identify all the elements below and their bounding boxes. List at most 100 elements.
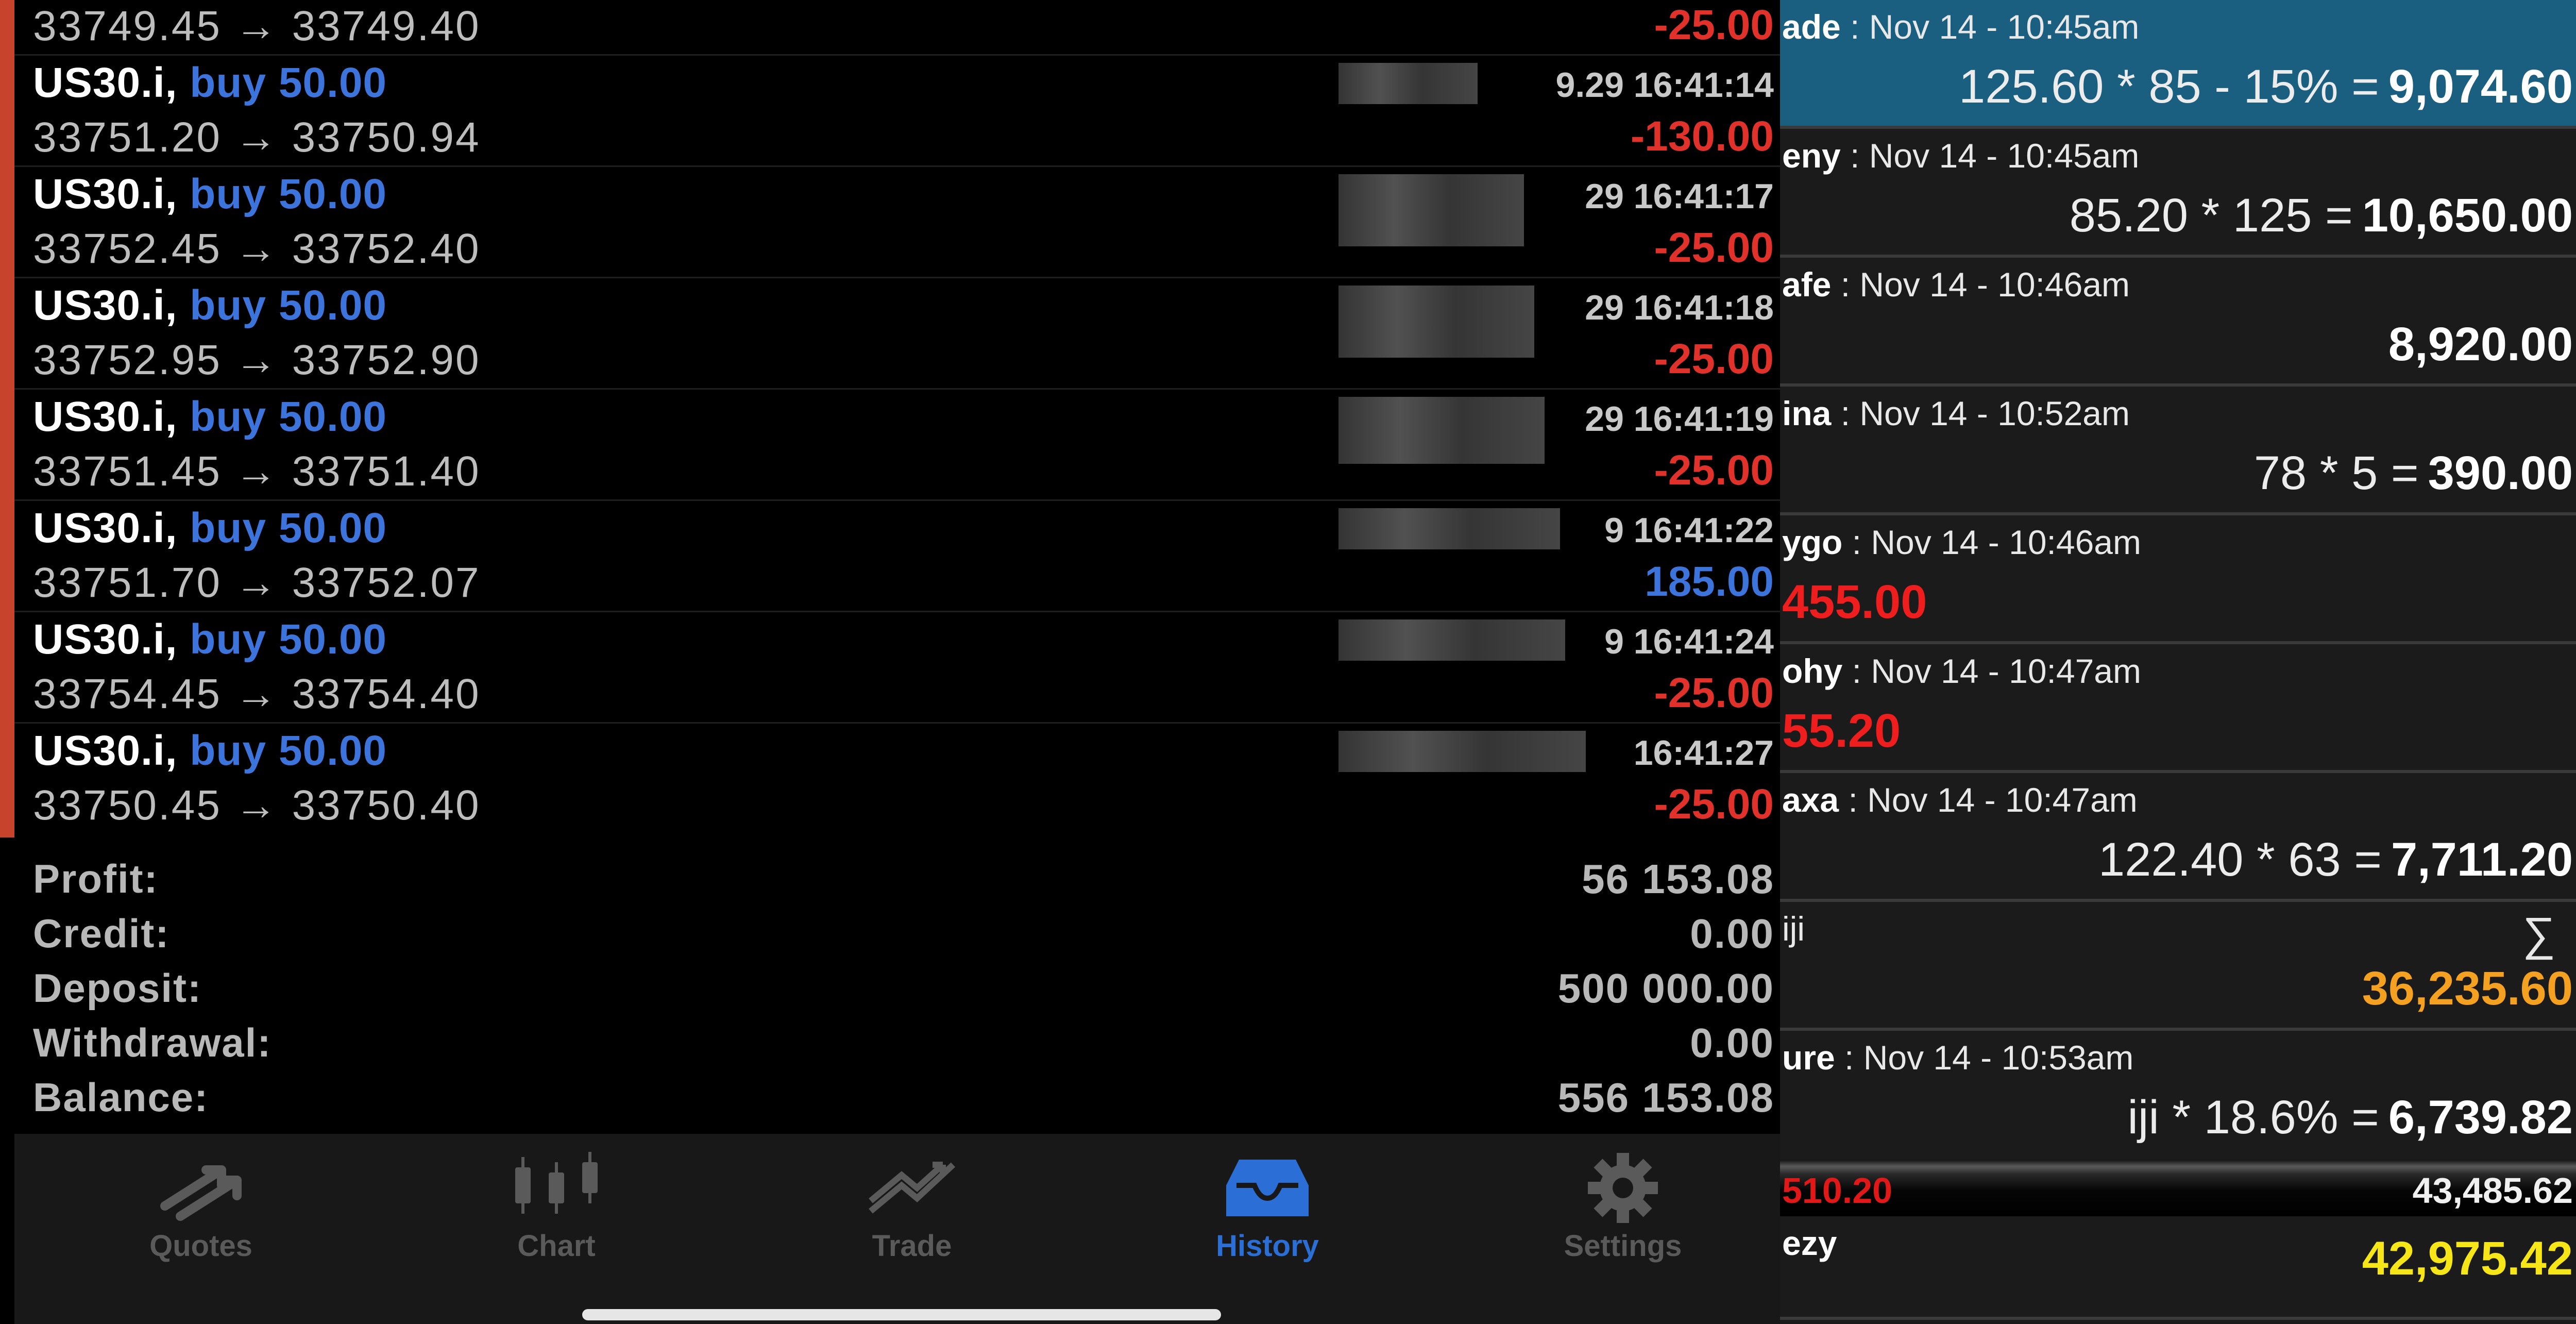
trade-side: buy 50.00 [190,282,387,329]
trade-time: 9 16:41:24 [1604,622,1774,661]
trade-row[interactable]: US30.i, buy 50.00 9.29 16:41:14 33751.20… [14,56,1780,167]
symbol-text: US30.i, [33,616,178,663]
trade-side: buy 50.00 [190,616,387,663]
trade-row[interactable]: 33749.45 → 33749.40 -25.00 [14,0,1780,56]
redacted-date [1338,731,1586,772]
trade-prices: 33750.45 → 33750.40 [33,782,481,829]
entry-name: eny [1782,137,1841,175]
summary-deposit: Deposit: 500 000.00 [33,965,1774,1019]
entry-header: ure : Nov 14 - 10:53am [1782,1038,2133,1077]
tape-entry[interactable]: ina : Nov 14 - 10:52am 78 * 5 = 390.00 [1780,387,2576,515]
entry-header: ohy : Nov 14 - 10:47am [1782,651,2141,691]
redacted-date [1338,508,1560,549]
redacted-date [1338,63,1478,104]
tape-entry[interactable]: ade : Nov 14 - 10:45am 125.60 * 85 - 15%… [1780,0,2576,129]
trade-time: 29 16:41:18 [1585,288,1774,327]
trade-profit-loss: -130.00 [1630,113,1774,160]
entry-divider [1780,1317,2576,1320]
entry-value: 455.00 [1782,576,1927,628]
entry-name: ohy [1782,652,1843,690]
trade-row[interactable]: US30.i, buy 50.00 29 16:41:19 33751.45 →… [14,390,1780,501]
trade-prices: 33751.45 → 33751.40 [33,448,481,495]
entry-calculation: iji * 18.6% = 6,739.82 [2127,1091,2573,1145]
trade-side: buy 50.00 [190,171,387,217]
history-accent-bar [0,0,14,837]
entry-header: iji [1782,909,1805,948]
trade-symbol: US30.i, buy 50.00 [33,727,387,775]
symbol-text: US30.i, [33,59,178,106]
summary-profit: Profit: 56 153.08 [33,856,1774,910]
entry-calculation: 85.20 * 125 = 10,650.00 [2070,189,2573,243]
entry-header: ina : Nov 14 - 10:52am [1782,394,2130,433]
entry-expression: 85.20 * 125 = [2069,189,2353,242]
trade-profit-loss: -25.00 [1654,447,1774,494]
tape-entry[interactable]: eny : Nov 14 - 10:45am 85.20 * 125 = 10,6… [1780,129,2576,258]
summary-label: Profit: [33,856,159,901]
home-indicator[interactable] [582,1309,1221,1320]
tape-entry[interactable]: ure : Nov 14 - 10:53am iji * 18.6% = 6,73… [1780,1031,2576,1160]
tape-final-entry[interactable]: ezy 42,975.42 [1780,1216,2576,1324]
trade-profit-loss: -25.00 [1654,224,1774,271]
summary-withdrawal: Withdrawal: 0.00 [33,1019,1774,1074]
summary-value: 0.00 [1690,1020,1774,1066]
entry-value: 55.20 [1782,705,1901,757]
trade-symbol: US30.i, buy 50.00 [33,281,387,330]
entry-timestamp: : Nov 14 - 10:45am [1840,137,2140,175]
entry-expression: iji * 18.6% = [2127,1091,2379,1144]
redacted-date [1338,397,1545,464]
tape-entry[interactable]: afe : Nov 14 - 10:46am 8,920.00 [1780,258,2576,387]
entry-name: ure [1782,1038,1835,1077]
entry-timestamp: : Nov 14 - 10:47am [1839,781,2138,819]
trade-row[interactable]: US30.i, buy 50.00 16:41:27 33750.45 → 33… [14,724,1780,835]
trade-time: 16:41:27 [1633,733,1774,773]
entry-expression: 122.40 * 63 = [2098,833,2382,886]
entry-timestamp: : Nov 14 - 10:46am [1831,265,2130,304]
tape-entry[interactable]: ygo : Nov 14 - 10:46am 455.00 [1780,515,2576,644]
trade-prices: 33751.20 → 33750.94 [33,114,481,161]
entry-name: afe [1782,265,1832,304]
trade-row[interactable]: US30.i, buy 50.00 9 16:41:22 33751.70 → … [14,501,1780,612]
trade-profit-loss: -25.00 [1654,336,1774,382]
summary-value: 56 153.08 [1582,856,1774,902]
trade-symbol: US30.i, buy 50.00 [33,170,387,219]
trade-prices: 33752.95 → 33752.90 [33,337,481,383]
entry-timestamp: : Nov 14 - 10:45am [1840,8,2140,46]
tab-label: Trade [872,1229,952,1263]
trade-row[interactable]: US30.i, buy 50.00 9 16:41:24 33754.45 → … [14,612,1780,724]
tape-entry[interactable]: ohy : Nov 14 - 10:47am 55.20 [1780,644,2576,773]
entry-calculation: 125.60 * 85 - 15% = 9,074.60 [1959,60,2573,114]
trade-history-panel: 33749.45 → 33749.40 -25.00 US30.i, buy 5… [0,0,1780,1324]
bottom-tab-bar: Quotes Chart Trade History Settings [14,1134,1780,1324]
redacted-date [1338,286,1534,358]
symbol-text: US30.i, [33,505,178,551]
tab-settings[interactable]: Settings [1448,1149,1798,1273]
entry-header: eny : Nov 14 - 10:45am [1782,136,2139,175]
entry-expression: 78 * 5 = [2253,447,2419,499]
summary-value: 556 153.08 [1557,1075,1774,1120]
summary-label: Deposit: [33,965,202,1011]
redacted-date [1338,174,1524,246]
calculator-tape-panel: ade : Nov 14 - 10:45am 125.60 * 85 - 15%… [1780,0,2576,1324]
tab-quotes[interactable]: Quotes [26,1149,376,1273]
band-left-value: 510.20 [1782,1170,1893,1211]
tab-trade[interactable]: Trade [737,1149,1087,1273]
symbol-text: US30.i, [33,393,178,440]
trade-side: buy 50.00 [190,505,387,551]
entry-name: axa [1782,781,1839,819]
tape-sum-entry[interactable]: iji ∑ 36,235.60 [1780,902,2576,1031]
quotes-icon [160,1165,242,1221]
trade-side: buy 50.00 [190,59,387,106]
tab-chart[interactable]: Chart [381,1149,732,1273]
trade-symbol: US30.i, buy 50.00 [33,59,387,107]
tape-entry[interactable]: axa : Nov 14 - 10:47am 122.40 * 63 = 7,71… [1780,773,2576,902]
trade-side: buy 50.00 [190,393,387,440]
running-total-band: 510.20 43,485.62 [1780,1160,2576,1216]
tab-label: Quotes [149,1229,252,1263]
trade-row[interactable]: US30.i, buy 50.00 29 16:41:17 33752.45 →… [14,167,1780,278]
entry-result: 7,711.20 [2391,833,2573,886]
trade-time: 29 16:41:19 [1585,399,1774,439]
trade-row[interactable]: US30.i, buy 50.00 29 16:41:18 33752.95 →… [14,278,1780,390]
entry-timestamp: : Nov 14 - 10:52am [1831,394,2130,432]
tab-history[interactable]: History [1092,1149,1443,1273]
entry-timestamp: : Nov 14 - 10:53am [1835,1038,2134,1077]
